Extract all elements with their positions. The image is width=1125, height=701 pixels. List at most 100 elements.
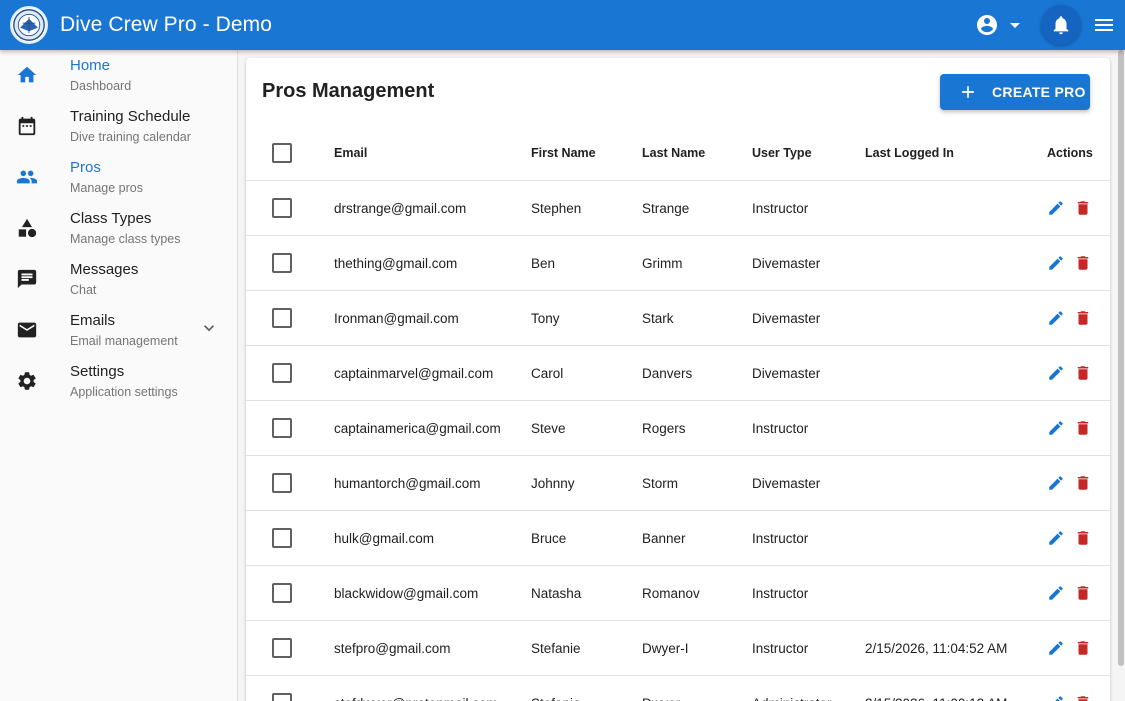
cell-email: hulk@gmail.com [334,530,434,546]
cell-last-logged-in: 2/15/2026, 11:00:12 AM [865,676,1007,701]
cell-user-type: Instructor [752,585,809,601]
menu-button[interactable] [1085,0,1123,50]
delete-button[interactable] [1074,529,1092,547]
delete-button[interactable] [1074,694,1092,701]
row-checkbox[interactable] [272,308,292,328]
trash-icon [1077,641,1089,655]
delete-button[interactable] [1074,639,1092,657]
pencil-icon [1049,531,1063,545]
row-checkbox[interactable] [272,198,292,218]
edit-button[interactable] [1047,419,1065,437]
cell-first-name: Stephen [531,200,582,216]
sidebar-item-messages[interactable]: Messages Chat [0,254,237,305]
row-checkbox[interactable] [272,473,292,493]
sidebar-item-label: Messages [70,261,139,278]
trash-icon [1077,696,1089,701]
cell-actions [1047,291,1092,345]
trash-icon [1077,421,1089,435]
table-row[interactable]: captainamerica@gmail.com Steve Rogers Instr… [246,401,1110,456]
sidebar-item-sublabel: Dive training calendar [70,130,191,144]
table-row[interactable]: stefdwyer@protonmail.com Stefanie Dwyer Adm… [246,676,1110,701]
app-bar: Dive Crew Pro - Demo [0,0,1125,50]
edit-button[interactable] [1047,364,1065,382]
column-header-email[interactable]: Email [334,125,367,180]
delete-button[interactable] [1074,199,1092,217]
sidebar-item-class-types[interactable]: Class Types Manage class types [0,203,237,254]
dive-crew-logo-icon[interactable] [10,6,48,44]
row-checkbox[interactable] [272,253,292,273]
trash-icon [1077,366,1089,380]
table-row[interactable]: hulk@gmail.com Bruce Banner Instructor [246,511,1110,566]
sidebar-item-settings[interactable]: Settings Application settings [0,356,237,407]
table-row[interactable]: Ironman@gmail.com Tony Stark Divemaster [246,291,1110,346]
cell-actions [1047,456,1092,510]
cell-actions [1047,401,1092,455]
category-shapes-icon [18,218,37,238]
trash-icon [1077,201,1089,215]
table-row[interactable]: drstrange@gmail.com Stephen Strange Instruc… [246,181,1110,236]
select-all-checkbox[interactable] [272,142,292,163]
column-header-first-name[interactable]: First Name [531,125,596,180]
sidebar-item-sublabel: Application settings [70,385,178,399]
page-title: Pros Management [262,80,435,102]
edit-button[interactable] [1047,694,1065,701]
cell-actions [1047,181,1092,235]
sidebar-item-label: Class Types [70,210,152,227]
sidebar-item-sublabel: Dashboard [70,79,132,93]
arrow-drop-down-icon [1010,23,1020,28]
sidebar-item-sublabel: Email management [70,334,178,348]
edit-button[interactable] [1047,474,1065,492]
hamburger-menu-icon [1095,19,1113,31]
account-menu-button[interactable] [969,0,1033,50]
edit-button[interactable] [1047,309,1065,327]
edit-button[interactable] [1047,529,1065,547]
gear-icon [18,372,36,390]
column-header-last-name[interactable]: Last Name [642,125,705,180]
table-row[interactable]: humantorch@gmail.com Johnny Storm Divemaste… [246,456,1110,511]
page-scrollbar[interactable] [1117,50,1125,670]
notifications-button[interactable] [1041,5,1081,45]
table-row[interactable]: thething@gmail.com Ben Grimm Divemaster [246,236,1110,291]
pencil-icon [1049,201,1063,215]
scrollbar-thumb[interactable] [1118,50,1124,666]
delete-button[interactable] [1074,584,1092,602]
sidebar-item-pros[interactable]: Pros Manage pros [0,152,237,203]
delete-button[interactable] [1074,309,1092,327]
chevron-down-icon[interactable] [199,318,219,338]
bell-icon [1053,16,1069,35]
row-checkbox[interactable] [272,528,292,548]
row-checkbox[interactable] [272,583,292,603]
table-row[interactable]: stefpro@gmail.com Stefanie Dwyer-I Instruct… [246,621,1110,676]
delete-button[interactable] [1074,474,1092,492]
sidebar-item-emails[interactable]: Emails Email management [0,305,237,356]
sidebar-item-sublabel: Manage pros [70,181,143,195]
row-checkbox[interactable] [272,363,292,383]
delete-button[interactable] [1074,364,1092,382]
table-row[interactable]: captainmarvel@gmail.com Carol Danvers Divem… [246,346,1110,401]
sidebar-item-training-schedule[interactable]: Training Schedule Dive training calendar [0,101,237,152]
edit-button[interactable] [1047,584,1065,602]
delete-button[interactable] [1074,419,1092,437]
cell-user-type: Divemaster [752,310,821,326]
sidebar-item-sublabel: Chat [70,283,97,297]
column-header-user-type[interactable]: User Type [752,125,812,180]
trash-icon [1077,531,1089,545]
cell-email: captainmarvel@gmail.com [334,365,494,381]
table-row[interactable]: blackwidow@gmail.com Natasha Romanov Instru… [246,566,1110,621]
row-checkbox[interactable] [272,418,292,438]
delete-button[interactable] [1074,254,1092,272]
create-pro-button[interactable]: CREATE PRO [940,74,1090,110]
edit-button[interactable] [1047,254,1065,272]
row-checkbox[interactable] [272,693,292,701]
sidebar: Home Dashboard Training Schedule Dive tr… [0,50,238,701]
mail-icon [17,322,37,338]
account-circle-icon [977,15,997,35]
cell-first-name: Bruce [531,530,567,546]
sidebar-item-home[interactable]: Home Dashboard [0,50,237,101]
row-checkbox[interactable] [272,638,292,658]
calendar-icon [18,116,36,136]
column-header-last-logged-in[interactable]: Last Logged In [865,125,954,180]
edit-button[interactable] [1047,199,1065,217]
cell-actions [1047,566,1092,620]
edit-button[interactable] [1047,639,1065,657]
